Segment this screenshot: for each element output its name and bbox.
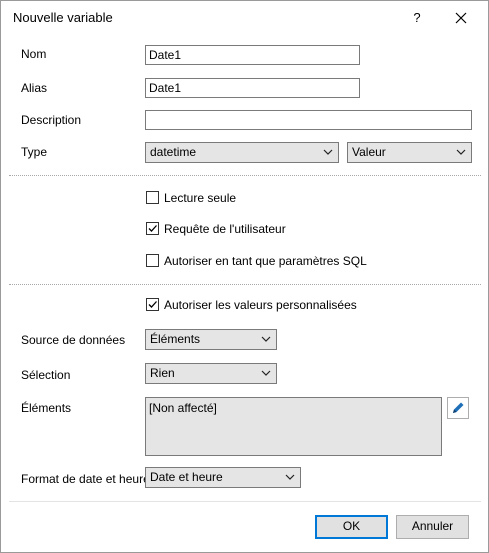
read-only-label: Lecture seule [164, 191, 237, 205]
datetime-format-select[interactable]: Date et heure [145, 467, 301, 488]
chevron-down-icon [456, 149, 466, 155]
type-label: Type [21, 145, 48, 159]
custom-values-label: Autoriser les valeurs personnalisées [164, 298, 357, 312]
description-input[interactable] [145, 110, 472, 130]
description-label: Description [21, 113, 82, 127]
close-icon [455, 12, 467, 24]
datetime-format-select-value: Date et heure [150, 470, 223, 484]
pencil-icon [453, 402, 464, 413]
elements-label: Éléments [21, 401, 72, 415]
close-button[interactable] [449, 6, 473, 30]
ok-button[interactable]: OK [315, 515, 388, 539]
checkmark-icon [148, 225, 157, 232]
type-select-value: datetime [150, 145, 197, 159]
divider [9, 284, 481, 285]
type-select[interactable]: datetime [145, 142, 339, 163]
user-request-label: Requête de l'utilisateur [164, 222, 286, 236]
edit-elements-button[interactable] [447, 397, 469, 419]
checkmark-icon [148, 301, 157, 308]
sql-param-label: Autoriser en tant que paramètres SQL [164, 254, 367, 268]
read-only-checkbox[interactable] [146, 191, 159, 204]
value-kind-select[interactable]: Valeur [347, 142, 472, 163]
chevron-down-icon [261, 370, 271, 376]
chevron-down-icon [323, 149, 333, 155]
selection-select-value: Rien [150, 366, 175, 380]
datetime-format-label: Format de date et heure [21, 472, 150, 486]
footer-divider [9, 501, 481, 502]
title-bar: Nouvelle variable ? [1, 1, 488, 34]
chevron-down-icon [261, 336, 271, 342]
data-source-select-value: Éléments [150, 332, 201, 346]
divider [9, 175, 481, 176]
elements-listbox[interactable]: [Non affecté] [145, 397, 442, 456]
custom-values-checkbox[interactable] [146, 298, 159, 311]
user-request-checkbox[interactable] [146, 222, 159, 235]
data-source-label: Source de données [21, 333, 126, 347]
name-label: Nom [21, 47, 47, 61]
name-input[interactable]: Date1 [145, 45, 360, 65]
chevron-down-icon [285, 474, 295, 480]
cancel-button[interactable]: Annuler [396, 515, 469, 539]
value-kind-select-value: Valeur [352, 145, 386, 159]
selection-label: Sélection [21, 368, 71, 382]
selection-select[interactable]: Rien [145, 363, 277, 384]
dialog-title: Nouvelle variable [13, 10, 113, 25]
new-variable-dialog: Nouvelle variable ? Nom Date1 Alias Date… [0, 0, 489, 553]
help-button[interactable]: ? [406, 7, 428, 29]
list-item[interactable]: [Non affecté] [149, 401, 438, 415]
sql-param-checkbox[interactable] [146, 254, 159, 267]
alias-input[interactable]: Date1 [145, 78, 360, 98]
data-source-select[interactable]: Éléments [145, 329, 277, 350]
alias-label: Alias [21, 81, 48, 95]
